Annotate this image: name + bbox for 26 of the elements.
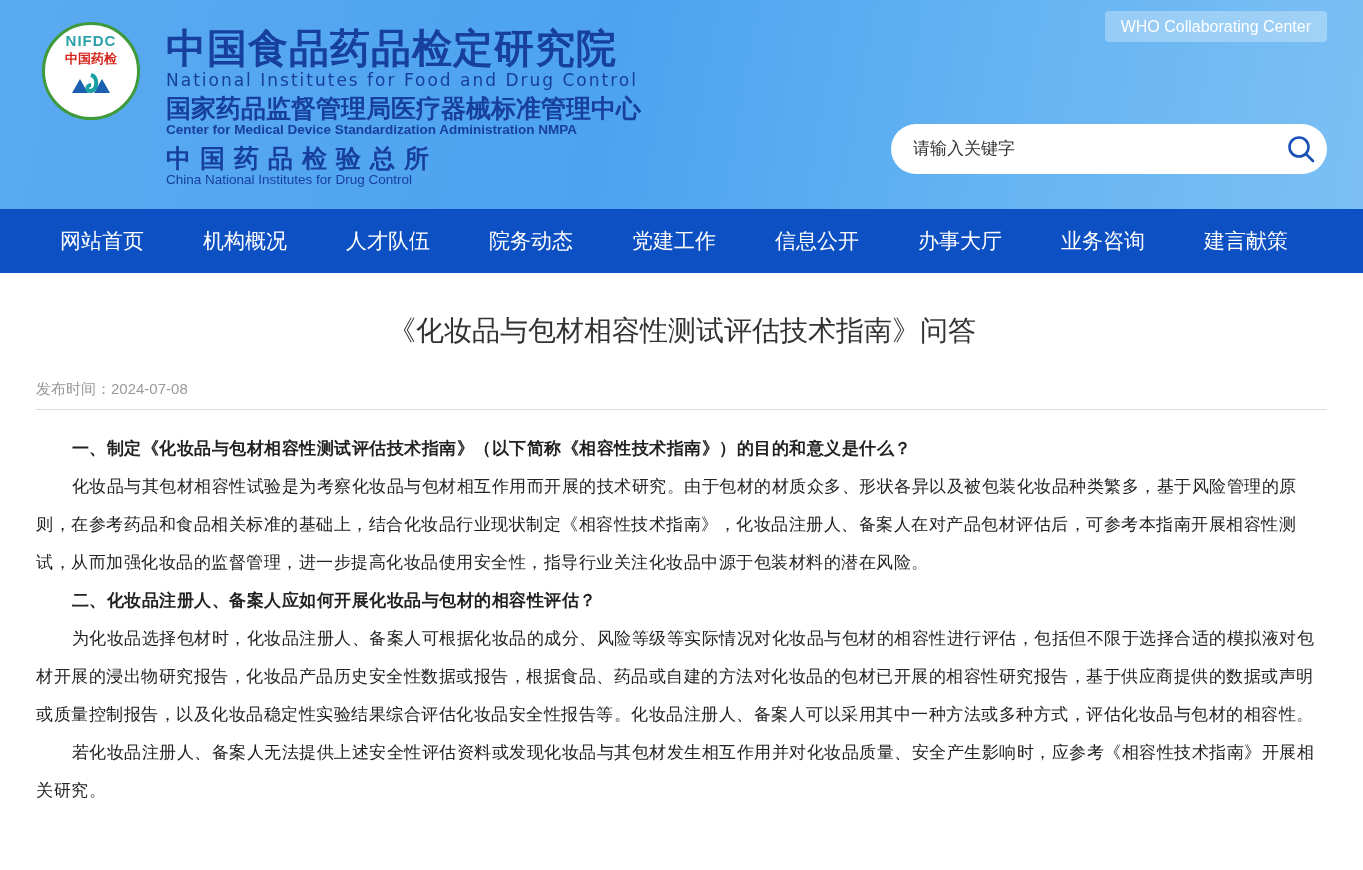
logo-acronym: NIFDC <box>65 33 117 49</box>
answer-paragraph: 为化妆品选择包材时，化妆品注册人、备案人可根据化妆品的成分、风险等级等实际情况对化妆品与包材的相容性进行评估，包括但不限于选择合适的模拟液对包材开展的浸出物研究报告，化妆品产品历史安全性数据或报告，根据食品、药品或自建的方法对化妆品的包材已开展的相容性研究报告，基于供应商提供的数据或声明或质量控制报告，以及化妆品稳定性实验结果综合评估化妆品安全性报告等。化妆品注册人、备案人可以采用其中一种方法或多种方式，评估化妆品与包材的相容性。 <box>36 628 1316 726</box>
nav-link[interactable]: 机构概况 <box>173 209 316 273</box>
question-heading: 二、化妆品注册人、备案人应如何开展化妆品与包材的相容性评估？ <box>70 590 598 612</box>
center-name-english: Center for Medical Device Standardization Administration NMPA <box>166 122 579 138</box>
article-title: 《化妆品与包材相容性测试评估技术指南》问答 <box>386 314 977 348</box>
institute-former-name-english: China National Institutes for Drug Control <box>166 172 414 188</box>
nav-link[interactable]: 院务动态 <box>459 209 602 273</box>
question-heading: 一、制定《化妆品与包材相容性测试评估技术指南》（以下简称《相容性技术指南》）的目的和意义是什么？ <box>70 438 913 460</box>
center-name: 国家药品监督管理局医疗器械标准管理中心 <box>166 94 641 122</box>
nav-link[interactable]: 建言献策 <box>1174 209 1317 273</box>
institute-name-english: National Institutes for Food and Drug Control <box>166 70 639 90</box>
answer-paragraph: 若化妆品注册人、备案人无法提供上述安全性评估资料或发现化妆品与其包材发生相互作用并对化妆品质量、安全产生影响时，应参考《相容性技术指南》开展相关研究。 <box>36 742 1316 802</box>
nav-link[interactable]: 党建工作 <box>602 209 745 273</box>
nav-link[interactable]: 办事大厅 <box>888 209 1031 273</box>
nav-link[interactable]: 网站首页 <box>30 209 173 273</box>
institute-former-name: 中国药品检验总所 <box>166 144 439 172</box>
nav-link[interactable]: 业务咨询 <box>1031 209 1174 273</box>
logo-badge-text: 中国药检 <box>65 51 117 67</box>
search-icon[interactable] <box>1287 135 1315 163</box>
nav-link[interactable]: 信息公开 <box>745 209 888 273</box>
search-field[interactable]: 请输入关键字 <box>891 124 1327 174</box>
nav-link[interactable]: 人才队伍 <box>316 209 459 273</box>
institute-name: 中国食品药品检定研究院 <box>166 26 618 70</box>
answer-paragraph: 化妆品与其包材相容性试验是为考察化妆品与包材相互作用而开展的技术研究。由于包材的材质众多、形状各异以及被包装化妆品种类繁多，基于风险管理的原则，在参考药品和食品相关标准的基础上，结合化妆品行业现状制定《相容性技术指南》，化妆品注册人、备案人在对产品包材评估后，可参考本指南开展相容性测试，从而加强化妆品的监督管理，进一步提高化妆品使用安全性，指导行业关注化妆品中源于包装材料的潜在风险。 <box>36 476 1298 574</box>
publish-date: 发布时间：2024-07-08 <box>36 379 189 399</box>
